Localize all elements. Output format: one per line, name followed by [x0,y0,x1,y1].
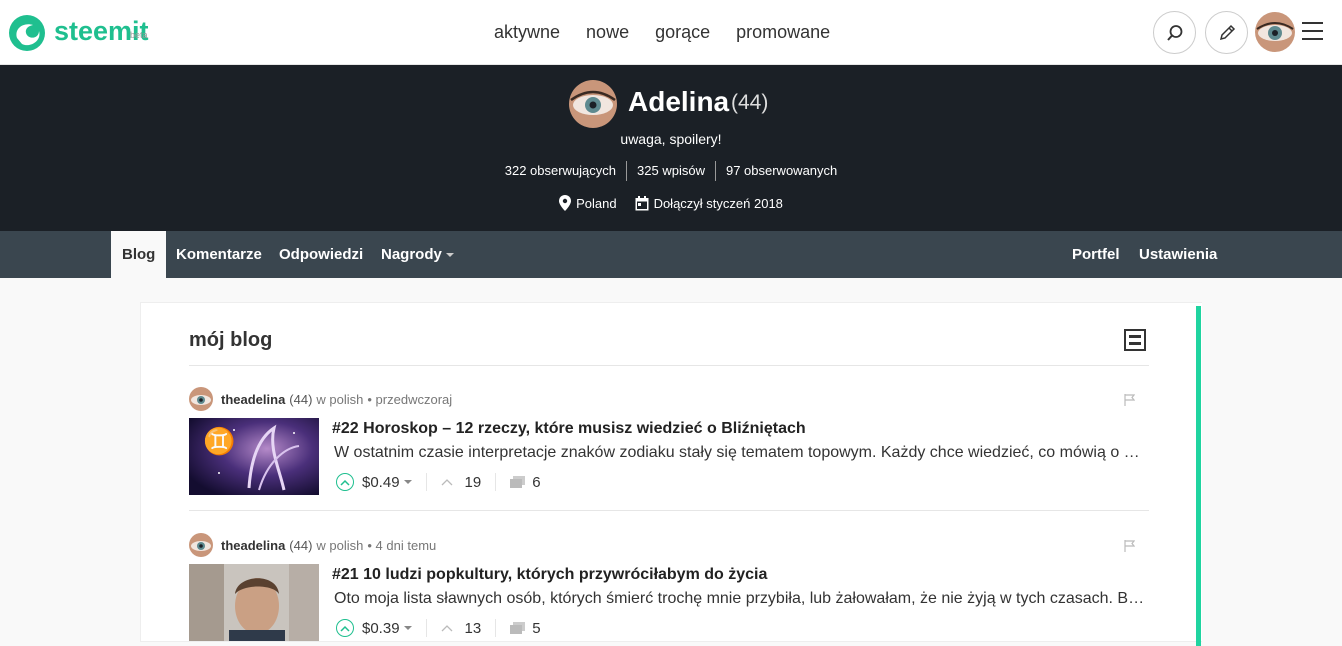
steemit-logo-icon [9,15,45,51]
chevron-up-icon [340,625,350,632]
divider [495,473,497,491]
post-payout[interactable]: $0.49 [362,474,400,491]
tab-comments[interactable]: Komentarze [165,231,273,278]
hamburger-menu-icon[interactable] [1302,22,1323,42]
nav-item-hot[interactable]: gorące [655,20,710,44]
post-title[interactable]: #22 Horoskop – 12 rzeczy, które musisz w… [332,420,806,438]
profile-meta: Poland Dołączył styczeń 2018 [0,195,1342,211]
flag-icon[interactable] [1124,540,1135,552]
steemit-logo[interactable]: steemit [8,14,149,52]
tab-settings[interactable]: Ustawienia [1128,231,1228,278]
profile-name: Adelina [628,86,730,117]
scroll-accent-bar [1196,306,1201,646]
post-footer: $0.39 13 5 [336,619,541,637]
tab-rewards-label: Nagrody [381,246,442,263]
post-author[interactable]: theadelina [221,392,285,407]
tab-wallet[interactable]: Portfel [1061,231,1131,278]
post-excerpt[interactable]: W ostatnim czasie interpretacje znaków z… [334,444,1146,462]
comments-icon [510,475,526,488]
post-author[interactable]: theadelina [221,538,285,553]
post-time[interactable]: • przedwczoraj [367,392,452,407]
layout-toggle-icon[interactable] [1124,329,1146,351]
comments-icon [510,621,526,634]
eye-avatar-image [569,80,617,128]
eye-avatar-image [189,387,213,411]
votes-chevron-icon [441,625,453,632]
payout-dropdown-icon[interactable] [403,480,412,484]
following-count[interactable]: 97 obserwowanych [714,161,847,181]
chevron-up-icon [340,479,350,486]
author-avatar[interactable] [189,533,213,557]
upvote-button[interactable] [336,473,354,491]
followers-count[interactable]: 322 obserwujących [495,161,626,181]
post-footer: $0.49 19 6 [336,473,541,491]
divider [189,510,1149,511]
profile-about: uwaga, spoilery! [620,131,722,147]
user-avatar[interactable] [1255,12,1295,52]
portrait-image [189,564,319,641]
post-comments[interactable]: 5 [532,620,540,637]
submit-post-button[interactable] [1205,11,1248,54]
nav-item-promoted[interactable]: promowane [736,20,830,44]
post-thumbnail[interactable]: ♊ [189,418,319,495]
beta-badge: beta [130,30,148,40]
top-header: steemit beta aktywne nowe gorące promowa… [0,0,1342,65]
profile-avatar [569,80,617,128]
tab-blog[interactable]: Blog [111,231,167,278]
upvote-button[interactable] [336,619,354,637]
tab-rewards[interactable]: Nagrody [370,231,465,278]
post-title[interactable]: #21 10 ludzi popkultury, których przywró… [332,566,767,584]
eye-avatar-image [189,533,213,557]
votes-chevron-icon [441,479,453,486]
payout-dropdown-icon[interactable] [403,626,412,630]
blog-title: mój blog [189,329,273,351]
divider [425,619,427,637]
search-button[interactable] [1153,11,1196,54]
search-icon [1166,24,1182,41]
location-pin-icon [559,195,572,211]
post-votes[interactable]: 19 [465,474,482,491]
post-payout[interactable]: $0.39 [362,620,400,637]
profile-banner: Adelina (44) uwaga, spoilery! 322 obserw… [0,65,1342,231]
nav-item-trending[interactable]: aktywne [494,20,560,44]
post-community[interactable]: w polish [316,538,363,553]
blog-card: mój blog theadelina (44) w polish • prze… [140,302,1202,642]
profile-location: Poland [576,195,617,211]
author-avatar[interactable] [189,387,213,411]
posts-count: 325 wpisów [626,161,715,181]
chevron-down-icon [445,253,454,258]
profile-reputation: (44) [731,91,769,114]
post-author-reputation: (44) [289,391,313,407]
post-excerpt[interactable]: Oto moja lista sławnych osób, których śm… [334,590,1146,608]
post-header: theadelina (44) w polish • przedwczoraj [189,387,452,411]
tab-replies[interactable]: Odpowiedzi [268,231,374,278]
pencil-icon [1219,24,1235,40]
divider [189,365,1149,366]
main-nav: aktywne nowe gorące promowane [481,20,843,44]
profile-stats: 322 obserwujących 325 wpisów 97 obserwow… [0,161,1342,181]
post-community[interactable]: w polish [316,392,363,407]
post-thumbnail[interactable] [189,564,319,641]
nav-item-new[interactable]: nowe [586,20,629,44]
eye-avatar-image [1255,12,1295,52]
calendar-icon [635,195,649,210]
svg-text:♊: ♊ [203,426,235,457]
post-header: theadelina (44) w polish • 4 dni temu [189,533,436,557]
profile-joined: Dołączył styczeń 2018 [653,195,783,211]
divider [425,473,427,491]
post-author-reputation: (44) [289,537,313,553]
zodiac-gemini-image: ♊ [189,418,319,495]
flag-icon[interactable] [1124,394,1135,406]
divider [495,619,497,637]
post-comments[interactable]: 6 [532,474,540,491]
post-votes[interactable]: 13 [465,620,482,637]
profile-tabs: Blog Komentarze Odpowiedzi Nagrody Portf… [0,231,1342,278]
post-time[interactable]: • 4 dni temu [367,538,436,553]
